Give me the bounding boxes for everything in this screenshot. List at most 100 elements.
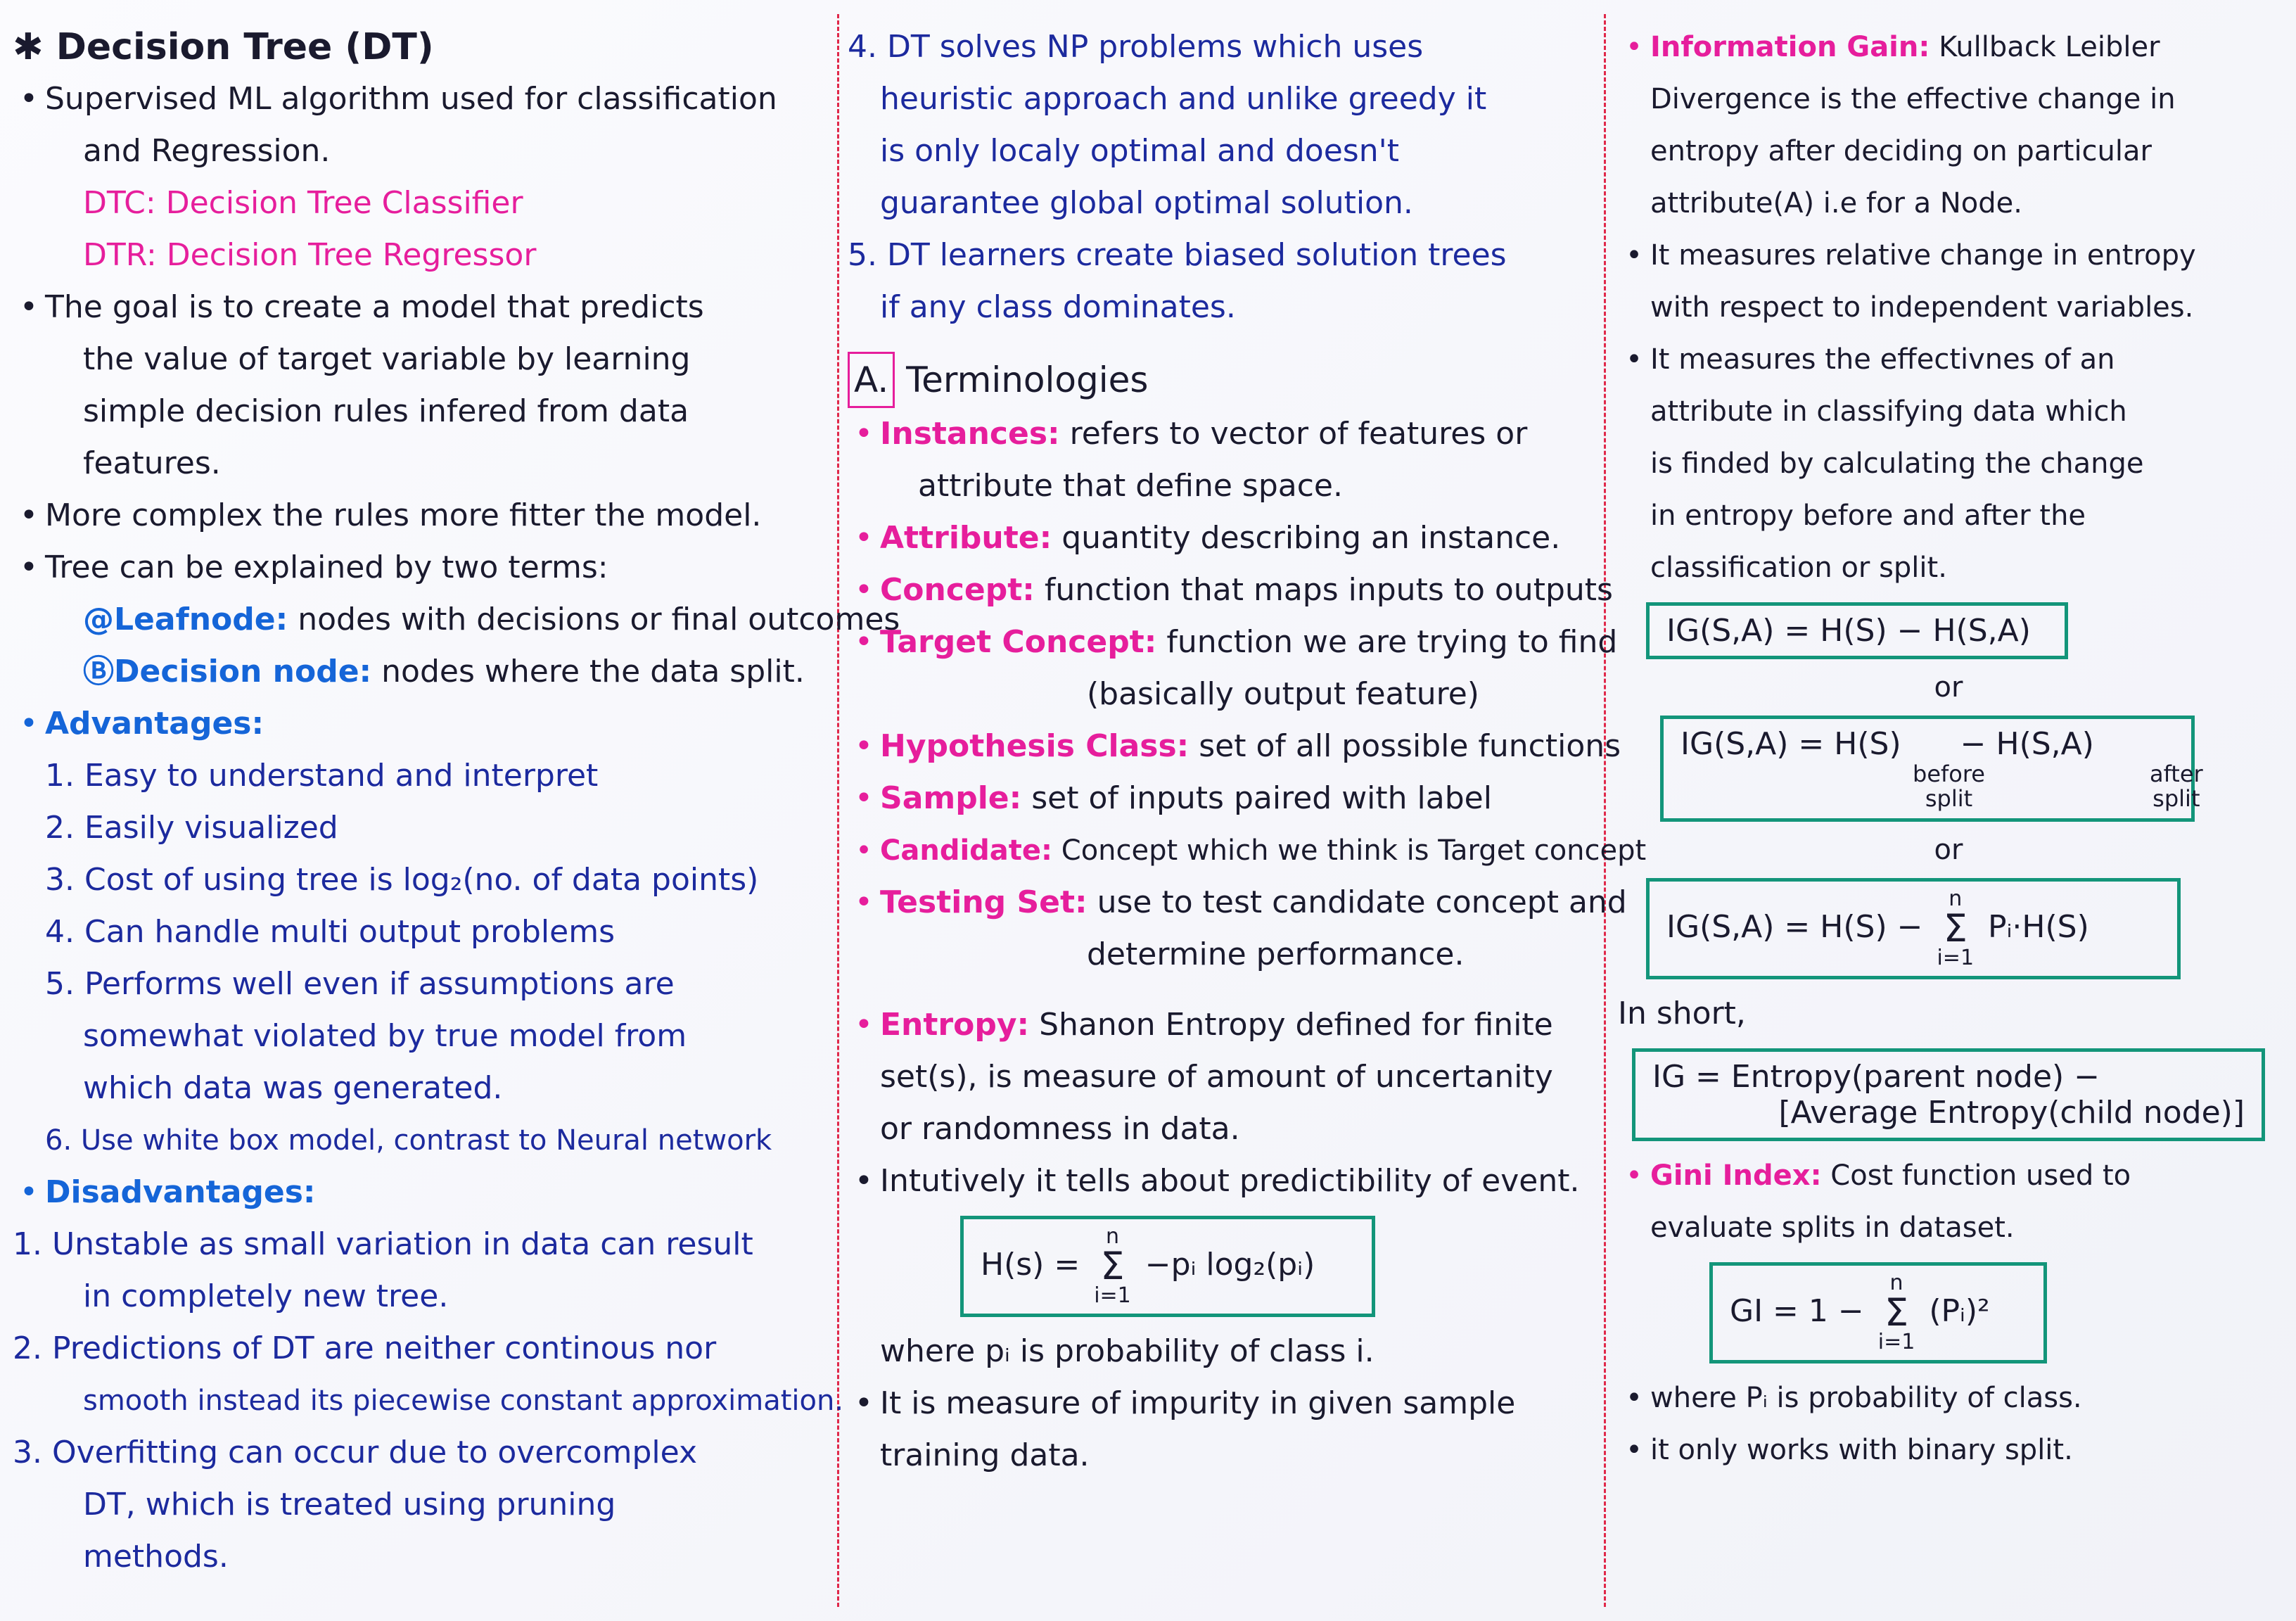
entropy-desc-3: or randomness in data.: [880, 1111, 1240, 1147]
formula-minus: −: [1960, 726, 1986, 762]
advantage-item: somewhat violated by true model from: [83, 1018, 687, 1054]
or-label: or: [1934, 671, 1963, 704]
decision-node-desc: nodes where the data split.: [381, 654, 805, 689]
disadvantage-item: DT, which is treated using pruning: [83, 1487, 616, 1523]
where-line: where pᵢ is probability of class i.: [880, 1333, 1375, 1369]
bullet-icon: •: [20, 289, 38, 325]
text-line: entropy after deciding on particular: [1650, 135, 2152, 167]
candidate-term: Candidate:: [880, 834, 1053, 867]
text-line: 5. DT learners create biased solution tr…: [848, 237, 1507, 273]
column-2: 4. DT solves NP problems which uses heur…: [848, 21, 1646, 1482]
bullet-icon: •: [20, 81, 38, 117]
bullet-icon: •: [20, 706, 38, 742]
text-line: attribute in classifying data which: [1650, 395, 2127, 428]
binary-line: it only works with binary split.: [1650, 1434, 2073, 1467]
attribute-term: Attribute:: [880, 520, 1052, 556]
testing-set-desc: use to test candidate concept and: [1097, 884, 1627, 920]
disadvantage-item: in completely new tree.: [83, 1278, 449, 1314]
bullet-icon: •: [855, 834, 872, 867]
text-line: The goal is to create a model that predi…: [45, 289, 704, 325]
bullet-icon: •: [855, 416, 873, 452]
bullet-icon: •: [855, 884, 873, 920]
text-line: simple decision rules infered from data: [83, 393, 689, 429]
leaf-node-term: @Leafnode:: [83, 602, 288, 637]
gini-index-desc: Cost function used to: [1830, 1159, 2131, 1193]
notes-page: ✱ Decision Tree (DT) • Supervised ML algo…: [0, 0, 2296, 1621]
testing-set-term: Testing Set:: [880, 884, 1088, 920]
text-line: if any class dominates.: [880, 289, 1236, 325]
disadvantages-heading: Disadvantages:: [45, 1174, 316, 1210]
where-line: where Pᵢ is probability of class.: [1650, 1382, 2082, 1415]
formula-rhs: −pᵢ log₂(pᵢ): [1144, 1247, 1315, 1283]
bullet-icon: •: [855, 1385, 873, 1421]
bullet-icon: •: [20, 1174, 38, 1210]
decision-node-term: ⒷDecision node:: [83, 654, 372, 689]
bullet-icon: •: [855, 1007, 873, 1043]
ig-formula-3: IG(S,A) = H(S) − n Σi=1 Pᵢ·H(S): [1646, 878, 2181, 980]
asterisk-icon: ✱: [13, 26, 56, 68]
text-line: the value of target variable by learning: [83, 341, 691, 377]
sigma-symbol: n Σi=1: [1877, 1271, 1915, 1355]
text-line: is finded by calculating the change: [1650, 447, 2144, 480]
information-gain-desc: Kullback Leibler: [1939, 31, 2160, 63]
ig-formula-2: IG(S,A) = H(S) − H(S,A) before split afte…: [1660, 716, 2203, 822]
gini-index-term: Gini Index:: [1650, 1159, 1822, 1193]
dtr-line: DTR: Decision Tree Regressor: [83, 237, 537, 273]
entropy-formula: H(s) = n Σi=1 −pᵢ log₂(pᵢ): [960, 1216, 1375, 1317]
instances-term: Instances:: [880, 416, 1060, 452]
instances-desc-2: attribute that define space.: [918, 468, 1343, 504]
bullet-icon: •: [1626, 343, 1643, 376]
text-line: Tree can be explained by two terms:: [45, 549, 608, 585]
text-line: It measures relative change in entropy: [1650, 239, 2196, 272]
ig-formula-1: IG(S,A) = H(S) − H(S,A): [1646, 602, 2068, 659]
dtc-line: DTC: Decision Tree Classifier: [83, 185, 523, 221]
hypothesis-class-term: Hypothesis Class:: [880, 728, 1190, 764]
bullet-icon: •: [1626, 31, 1643, 63]
disadvantage-item: 3. Overfitting can occur due to overcomp…: [13, 1435, 697, 1470]
hypothesis-class-desc: set of all possible functions: [1199, 728, 1621, 764]
text-line: and Regression.: [83, 133, 331, 169]
information-gain-term: Information Gain:: [1650, 31, 1930, 63]
advantage-item: 5. Performs well even if assumptions are: [45, 966, 675, 1002]
text-line: Supervised ML algorithm used for classif…: [45, 81, 777, 117]
concept-desc: function that maps inputs to outputs: [1044, 572, 1613, 608]
text-line: It measures the effectivnes of an: [1650, 343, 2115, 376]
formula-lhs: IG(S,A) = H(S) −: [1666, 909, 1923, 946]
bullet-icon: •: [855, 780, 873, 816]
column-3: • Information Gain: Kullback Leibler Dive…: [1618, 21, 2279, 1476]
advantages-heading: Advantages:: [45, 706, 264, 742]
gini-index-desc-2: evaluate splits in dataset.: [1650, 1212, 2015, 1245]
leaf-node-desc: nodes with decisions or final outcomes: [298, 602, 900, 637]
target-concept-desc: function we are trying to find: [1166, 624, 1618, 660]
bullet-icon: •: [20, 497, 38, 533]
bullet-icon: •: [855, 1163, 873, 1199]
before-note: before split: [1913, 761, 1985, 813]
entropy-desc: Shanon Entropy defined for finite: [1039, 1007, 1553, 1043]
advantage-item: which data was generated.: [83, 1070, 503, 1106]
text-line: with respect to independent variables.: [1650, 291, 2194, 324]
bullet-icon: •: [1626, 1434, 1643, 1467]
text-line: Divergence is the effective change in: [1650, 83, 2176, 115]
column-1: ✱ Decision Tree (DT) • Supervised ML algo…: [13, 21, 900, 1583]
in-short-label: In short,: [1618, 996, 1746, 1032]
target-concept-desc-2: (basically output feature): [1087, 676, 1479, 712]
formula-rhs: (Pᵢ)²: [1929, 1293, 1990, 1330]
bullet-icon: •: [855, 728, 873, 764]
advantage-item: 1. Easy to understand and interpret: [45, 758, 599, 794]
target-concept-term: Target Concept:: [880, 624, 1157, 660]
column-divider-right: [1604, 14, 1606, 1607]
sample-desc: set of inputs paired with label: [1031, 780, 1492, 816]
section-title: Terminologies: [906, 360, 1149, 400]
formula-line-2: [Average Entropy(child node)]: [1778, 1095, 2245, 1131]
instances-desc: refers to vector of features or: [1069, 416, 1528, 452]
formula-lhs: H(s) =: [981, 1247, 1080, 1283]
text-line: 4. DT solves NP problems which uses: [848, 29, 1424, 65]
text-line: guarantee global optimal solution.: [880, 185, 1413, 221]
impurity-line-2: training data.: [880, 1437, 1090, 1473]
page-title: ✱ Decision Tree (DT): [13, 26, 434, 68]
section-letter: A.: [848, 352, 895, 408]
bullet-icon: •: [855, 624, 873, 660]
bullet-icon: •: [20, 549, 38, 585]
impurity-line: It is measure of impurity in given sampl…: [880, 1385, 1516, 1421]
formula-lhs: GI = 1 −: [1730, 1293, 1864, 1330]
